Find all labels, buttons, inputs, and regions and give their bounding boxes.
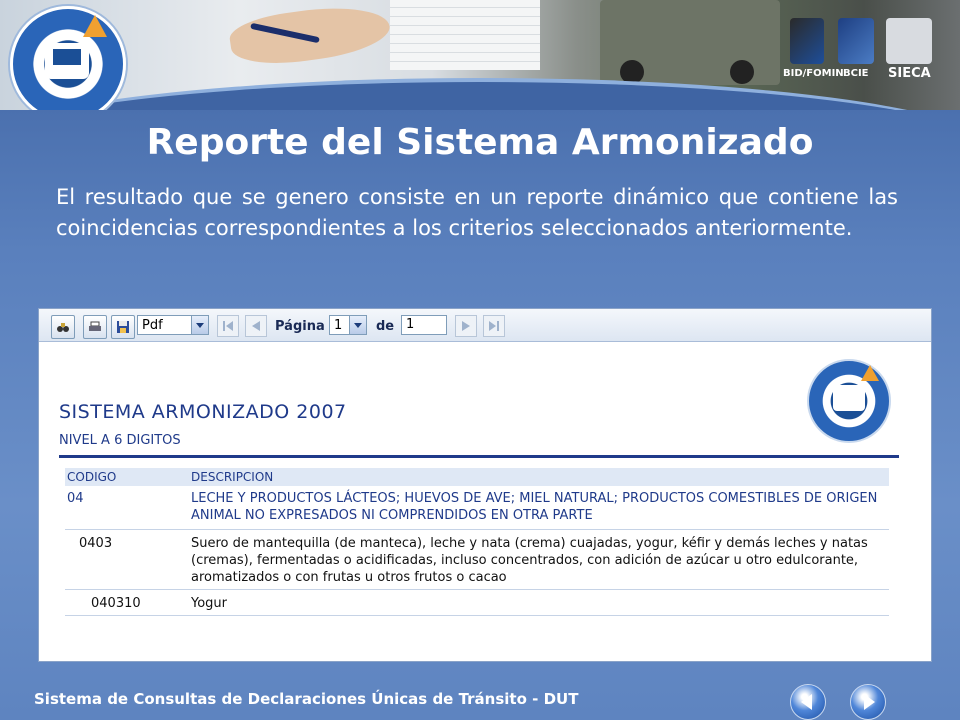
sieca-label: SIECA — [888, 66, 931, 81]
row-code: 04 — [67, 491, 84, 506]
last-page-button[interactable] — [483, 315, 505, 337]
banner-papers — [390, 0, 540, 70]
previous-slide-icon — [801, 694, 812, 710]
prev-page-button[interactable] — [245, 315, 267, 337]
find-button[interactable] — [51, 315, 75, 339]
next-page-button[interactable] — [455, 315, 477, 337]
report-subtitle: NIVEL A 6 DIGITOS — [59, 433, 181, 448]
of-label: de — [376, 319, 395, 334]
first-page-button[interactable] — [217, 315, 239, 337]
chevron-down-icon — [349, 316, 366, 334]
page-select-value: 1 — [334, 318, 343, 333]
print-button[interactable] — [83, 315, 107, 339]
table-row: 0403 Suero de mantequilla (de manteca), … — [65, 533, 889, 590]
report-viewer: Pdf Página 1 de SISTEMA ARMONIZADO 2007 … — [38, 308, 932, 662]
report-divider — [59, 455, 899, 458]
row-code: 040310 — [91, 596, 141, 611]
row-description: Suero de mantequilla (de manteca), leche… — [191, 536, 868, 585]
export-format-select[interactable]: Pdf — [137, 315, 209, 335]
export-format-value: Pdf — [142, 318, 163, 333]
table-header: CODIGO DESCRIPCION — [65, 468, 889, 486]
report-title: SISTEMA ARMONIZADO 2007 — [59, 401, 347, 423]
table-row: 04 LECHE Y PRODUCTOS LÁCTEOS; HUEVOS DE … — [65, 489, 889, 530]
header-banner: BID/FOMIN BCIE SIECA — [0, 0, 960, 110]
program-logo — [10, 6, 126, 110]
save-icon — [117, 321, 129, 333]
slide-description: El resultado que se genero consiste en u… — [56, 185, 898, 240]
bcie-label: BCIE — [843, 68, 869, 79]
total-pages-field[interactable] — [401, 315, 447, 335]
column-header-code: CODIGO — [67, 470, 117, 484]
bid-fomin-label: BID/FOMIN — [783, 68, 844, 79]
row-description: LECHE Y PRODUCTOS LÁCTEOS; HUEVOS DE AVE… — [191, 491, 878, 523]
page-select[interactable]: 1 — [329, 315, 367, 335]
chevron-down-icon — [191, 316, 208, 334]
previous-slide-button[interactable] — [790, 684, 826, 720]
column-header-description: DESCRIPCION — [191, 470, 274, 484]
bcie-logo — [838, 18, 874, 64]
next-slide-button[interactable] — [850, 684, 886, 720]
report-toolbar: Pdf Página 1 de — [39, 309, 931, 342]
page-label: Página — [275, 319, 325, 334]
row-code: 0403 — [79, 536, 113, 551]
slide-title: Reporte del Sistema Armonizado — [146, 122, 814, 163]
next-slide-icon — [864, 694, 875, 710]
first-page-icon — [223, 321, 233, 331]
bid-fomin-logo — [790, 18, 824, 64]
next-page-icon — [462, 321, 470, 331]
report-body: SISTEMA ARMONIZADO 2007 NIVEL A 6 DIGITO… — [59, 349, 911, 649]
footer-text: Sistema de Consultas de Declaraciones Ún… — [34, 690, 579, 708]
report-logo — [807, 359, 891, 443]
row-description: Yogur — [191, 596, 228, 611]
sieca-logo — [886, 18, 932, 64]
banner-truck — [600, 0, 780, 85]
prev-page-icon — [252, 321, 260, 331]
binoculars-icon — [57, 323, 69, 332]
last-page-icon — [489, 321, 499, 331]
print-icon — [89, 321, 101, 331]
export-button[interactable] — [111, 315, 135, 339]
table-row: 040310 Yogur — [65, 593, 889, 616]
